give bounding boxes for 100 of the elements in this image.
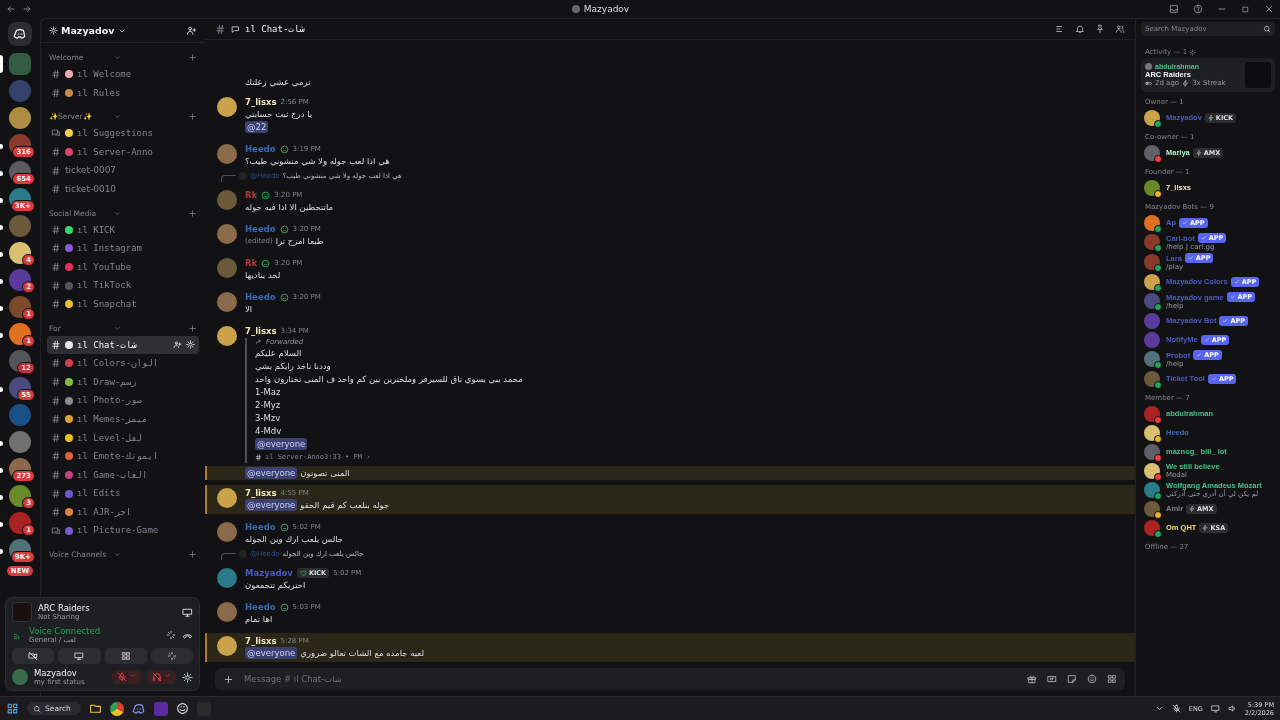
avatar[interactable] [1144,234,1160,250]
avatar[interactable] [217,97,237,117]
threads-icon[interactable] [1055,24,1065,34]
avatar[interactable] [1144,144,1160,161]
camera-button[interactable] [12,648,55,664]
forward-icon[interactable] [22,4,32,14]
server-name[interactable]: Mazyadov [49,25,182,36]
channel-item[interactable]: ıl Instagram [47,239,199,258]
avatar[interactable] [1144,462,1160,479]
speaker-icon[interactable] [1227,704,1237,713]
mention[interactable]: @22 [245,121,269,133]
screen-share-icon[interactable] [182,606,193,618]
avatar[interactable] [1144,370,1160,387]
plus-icon[interactable] [188,53,197,62]
mention[interactable]: @everyone [245,499,298,511]
author-name[interactable]: 7_lisxs [245,488,277,498]
message-field[interactable]: Message # ıl Chat-شات [215,668,1125,690]
windows-icon[interactable] [6,702,19,715]
browser-icon[interactable] [109,701,124,716]
avatar[interactable] [1144,500,1160,517]
channel-item[interactable]: ıl Level-لفل [47,428,199,448]
avatar[interactable] [1144,273,1160,290]
deafen-button[interactable] [147,670,176,684]
gift-icon[interactable] [1027,674,1037,684]
author-name[interactable]: 7_lisxs [245,636,277,646]
avatar[interactable] [1144,424,1160,441]
avatar[interactable] [1144,179,1160,196]
maximize-icon[interactable] [1241,4,1250,14]
plus-icon[interactable] [223,673,234,685]
avatar[interactable] [1144,351,1160,367]
channel-item[interactable]: ıl Suggestions [47,124,199,143]
plus-icon[interactable] [188,112,197,122]
plus-icon[interactable] [188,550,197,560]
author-name[interactable]: Heedo [245,144,276,154]
mention[interactable]: @everyone [245,647,298,659]
folder-icon[interactable] [88,702,102,715]
channel-item[interactable]: ıl Picture-Game [47,521,199,541]
gif-icon[interactable] [1047,674,1057,684]
channel-item[interactable]: ıl Photo-صور [47,391,199,410]
back-icon[interactable] [6,4,16,14]
author-name[interactable]: Heedo [245,292,276,302]
avatar[interactable] [1144,519,1160,536]
author-name[interactable]: Heedo [245,522,276,532]
channel-item[interactable]: ıl Draw-رسم [47,372,199,392]
close-icon[interactable] [1264,4,1274,14]
channel-item[interactable]: ıl YouTube [47,257,199,277]
channel-item[interactable]: ıl Memes-ميمز [47,409,199,429]
channel-item[interactable]: ıl Colors-الوان [47,354,199,373]
soundboard-button[interactable] [150,648,193,664]
avatar[interactable] [1144,481,1160,498]
members-icon[interactable] [1115,24,1125,34]
channel-item[interactable]: ıl Emote-ايموتك [47,447,199,466]
bell-icon[interactable] [1075,24,1085,34]
activities-button[interactable] [104,648,147,664]
channel-item[interactable]: ıl Rules [47,83,199,103]
microphone-icon[interactable] [1171,704,1181,713]
sticker-icon[interactable] [1067,674,1077,684]
avatar[interactable] [217,636,237,656]
author-name[interactable]: Heedo [245,224,276,234]
chevron-icon[interactable] [1154,704,1164,713]
avatar[interactable] [1144,214,1160,231]
author-name[interactable]: Mazyadov [245,568,293,578]
author-name[interactable]: Rk [245,190,258,200]
emoji-icon[interactable] [1087,674,1097,684]
channel-item[interactable]: ıl Snapchat [47,294,199,314]
home-button[interactable] [8,22,32,46]
avatar[interactable] [1144,109,1160,126]
channel-item[interactable]: ticket-0010 [47,179,199,199]
pin-icon[interactable] [1095,24,1105,34]
channel-item[interactable]: ıl KICK [47,220,199,240]
add-member-icon[interactable] [186,25,197,36]
channel-item[interactable]: ıl Server-Anno [47,142,199,162]
mention[interactable]: @everyone [245,467,298,479]
discord-icon[interactable] [131,701,146,716]
avatar[interactable] [1144,254,1160,270]
author-name[interactable]: 7_lisxs [245,326,277,336]
author-name[interactable]: 7_lisxs [245,97,277,107]
apps-icon[interactable] [1107,674,1117,684]
display-icon[interactable] [1210,704,1220,713]
plus-icon[interactable] [188,208,197,218]
mention[interactable]: @everyone [255,438,308,450]
author-name[interactable]: Heedo [245,602,276,612]
channel-item[interactable]: ticket-0007 [47,161,199,180]
screen-share-button[interactable] [58,648,101,664]
channel-item[interactable]: ıl TikTock [47,276,199,295]
plus-icon[interactable] [188,323,197,333]
avatar[interactable] [217,326,237,346]
avatar[interactable] [1144,443,1160,460]
channel-item[interactable]: ıl Welcome [47,65,199,84]
channel-item[interactable]: ıl AJR-اجر [47,502,199,522]
inbox-icon[interactable] [1169,4,1179,14]
settings-icon[interactable] [182,671,193,683]
channel-item[interactable]: ıl Edits [47,484,199,503]
help-icon[interactable] [1193,4,1203,14]
avatar[interactable] [1144,405,1160,422]
avatar[interactable] [1144,293,1160,309]
avatar[interactable] [217,488,237,508]
channel-item[interactable]: ıl Game-العاب [47,465,199,485]
author-name[interactable]: Rk [245,258,258,268]
mute-button[interactable] [112,670,141,684]
